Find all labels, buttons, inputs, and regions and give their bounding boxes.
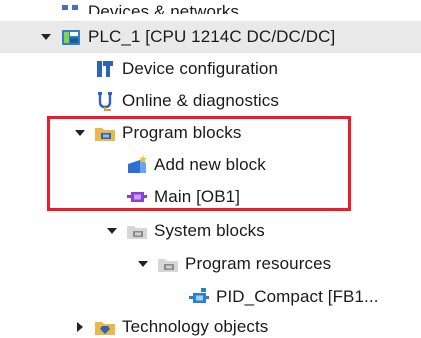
tree-item-program-resources[interactable]: Program resources (0, 248, 421, 280)
tree-item-pid-compact[interactable]: PID_Compact [FB1... (0, 281, 421, 313)
device-configuration-icon (94, 58, 116, 80)
caret-down-icon[interactable] (104, 223, 120, 239)
caret-down-icon[interactable] (135, 256, 151, 272)
organization-block-icon (126, 186, 148, 208)
technology-folder-icon (94, 318, 116, 338)
tree-item-label: PLC_1 [CPU 1214C DC/DC/DC] (88, 27, 336, 46)
tree-item-plc[interactable]: PLC_1 [CPU 1214C DC/DC/DC] (0, 21, 421, 53)
tree-item-technology-objects[interactable]: Technology objects (0, 318, 421, 338)
tree-item-online-diagnostics[interactable]: Online & diagnostics (0, 85, 421, 117)
tree-item-label: Add new block (154, 155, 266, 174)
program-blocks-folder-icon (94, 122, 116, 144)
tree-item-system-blocks[interactable]: System blocks (0, 215, 421, 247)
tree-item-label: Program blocks (122, 123, 242, 142)
caret-right-icon[interactable] (72, 319, 88, 335)
devices-networks-icon (60, 1, 82, 14)
add-block-icon (126, 154, 148, 176)
tree-item-device-configuration[interactable]: Device configuration (0, 53, 421, 85)
tree-item-label: Technology objects (122, 318, 269, 336)
tree-item-label: Devices & networks (88, 2, 240, 14)
tree-item-label: PID_Compact [FB1... (216, 287, 379, 306)
tree-item-program-blocks[interactable]: Program blocks (0, 117, 421, 149)
tree-item-add-new-block[interactable]: Add new block (0, 149, 421, 181)
tree-item-devices-networks[interactable]: Devices & networks (0, 0, 421, 14)
tree-item-label: Main [OB1] (154, 187, 241, 206)
caret-down-icon[interactable] (38, 29, 54, 45)
system-blocks-folder-icon (126, 220, 148, 242)
tree-item-label: Device configuration (122, 59, 279, 78)
tree-item-label: System blocks (154, 221, 265, 240)
caret-down-icon[interactable] (72, 125, 88, 141)
tree-item-label: Program resources (185, 254, 332, 273)
program-resources-folder-icon (157, 253, 179, 275)
tree-item-label: Online & diagnostics (122, 91, 279, 110)
tree-item-main-ob1[interactable]: Main [OB1] (0, 181, 421, 213)
function-block-icon (188, 286, 210, 308)
online-diagnostics-icon (94, 90, 116, 112)
plc-icon (60, 26, 82, 48)
